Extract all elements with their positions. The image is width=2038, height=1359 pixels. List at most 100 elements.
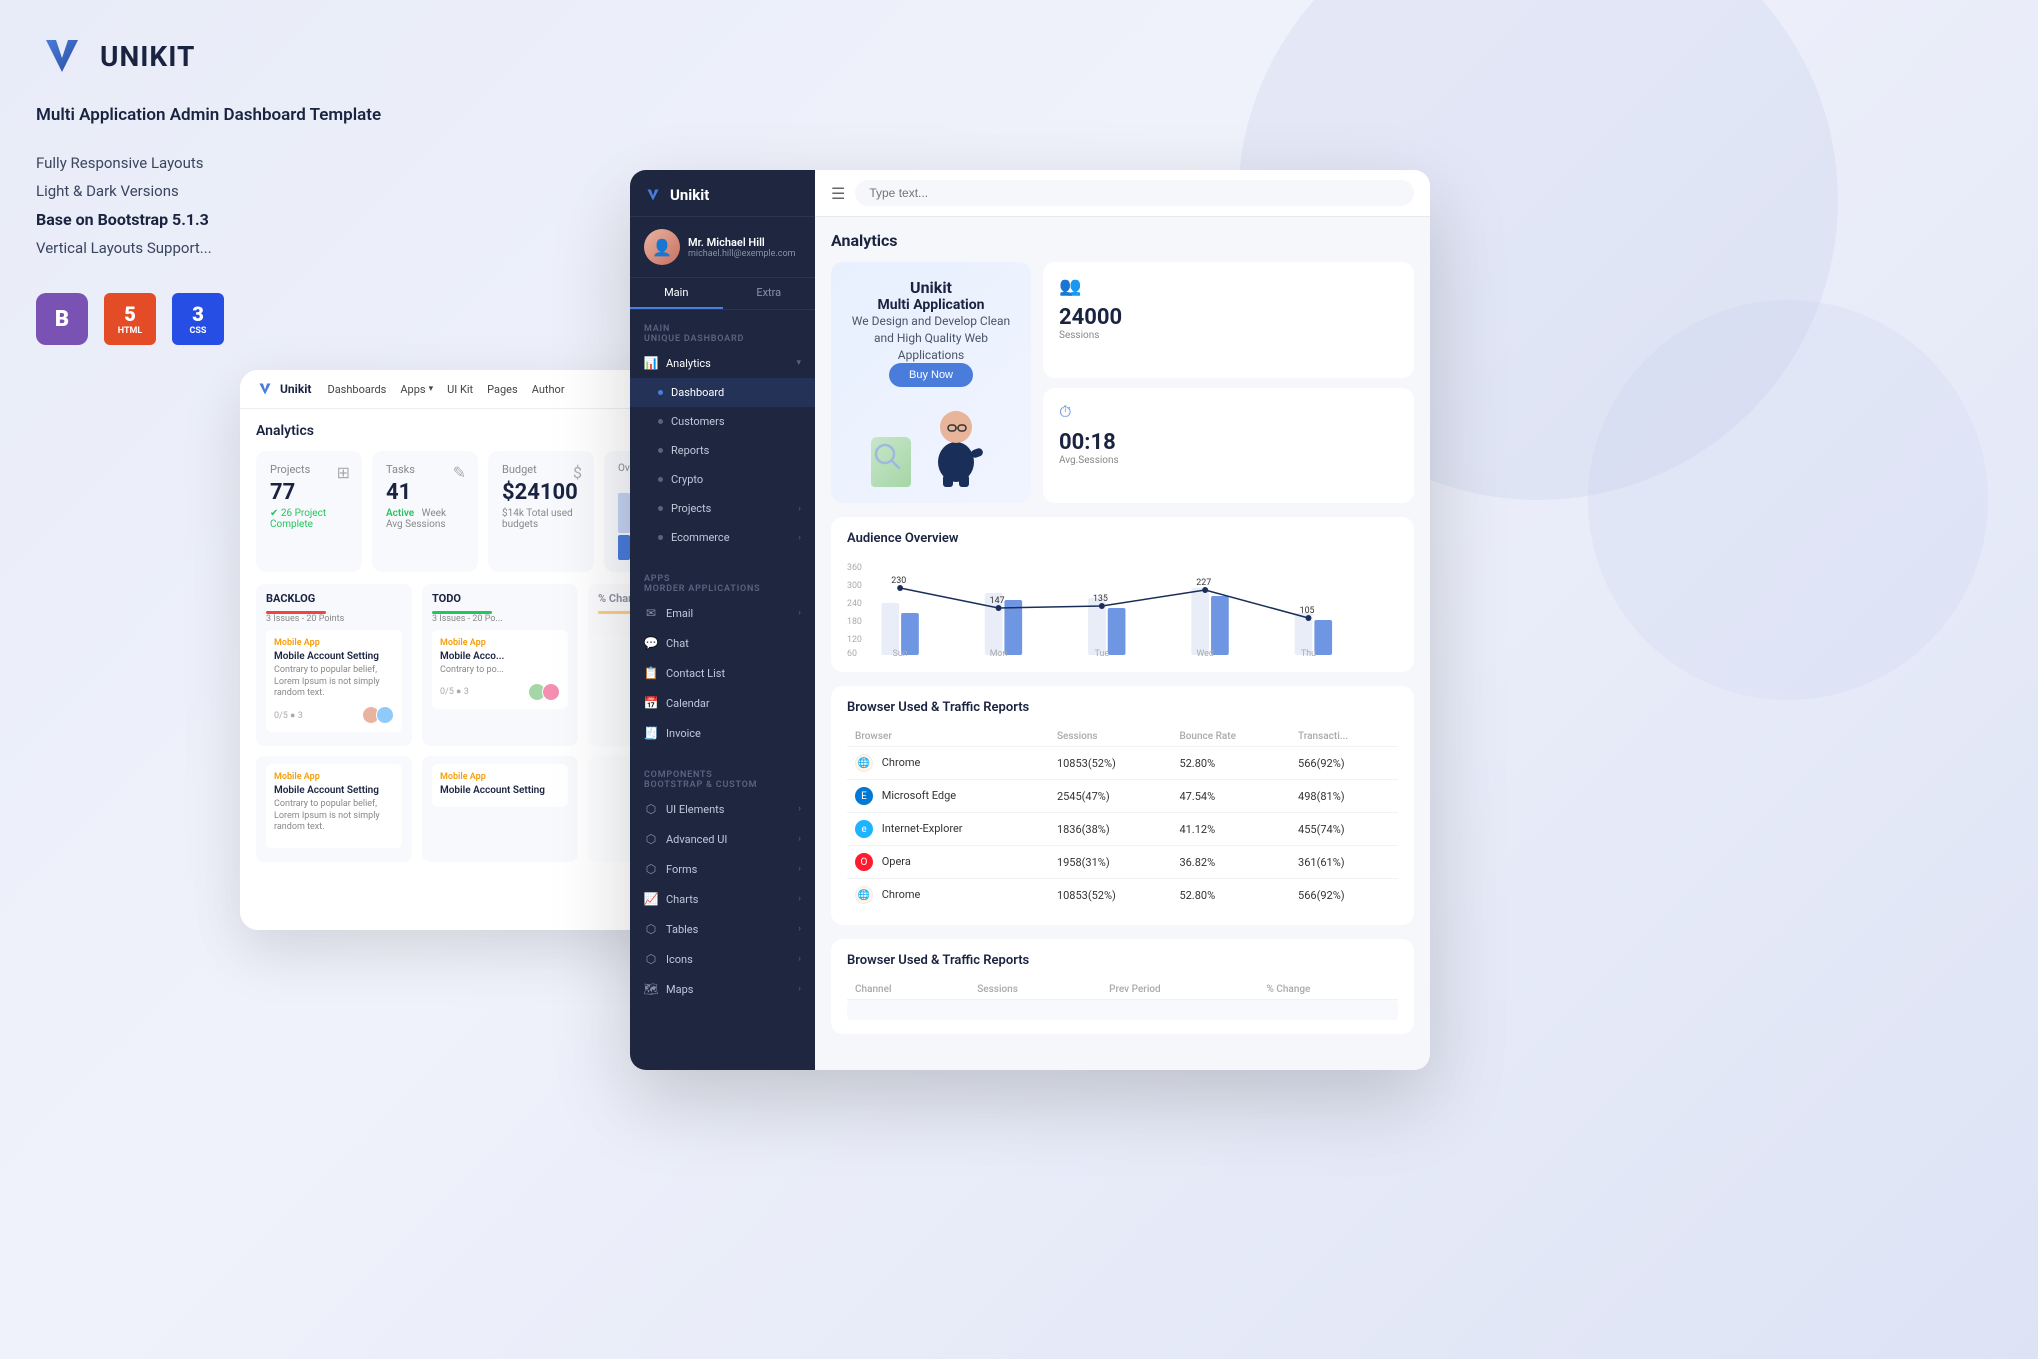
charts-chevron: › (798, 894, 801, 904)
task-app: Mobile App (274, 638, 394, 648)
sidebar-item-dashboard[interactable]: Dashboard (630, 378, 815, 407)
bootstrap-badge: B (36, 293, 88, 345)
todo-count: 3 Issues - 20 Po... (432, 614, 568, 624)
table-row: 🌐 Chrome 10853(52%) 52.80% 566(92%) (847, 879, 1398, 912)
sessions-value: 24000 (1059, 305, 1398, 330)
analytics-label: Analytics (666, 357, 796, 370)
sidebar-item-icons[interactable]: ⬡ Icons › (630, 944, 815, 974)
sidebar-item-forms[interactable]: ⬡ Forms › (630, 854, 815, 884)
task-footer: 0/5 ● 3 (274, 706, 394, 724)
tables-icon: ⬡ (644, 922, 658, 936)
sidebar-item-advanced-ui[interactable]: ⬡ Advanced UI › (630, 824, 815, 854)
sidebar-item-charts[interactable]: 📈 Charts › (630, 884, 815, 914)
sessions-cell: 10853(52%) (1049, 747, 1172, 780)
sidebar-item-ecommerce[interactable]: Ecommerce › (630, 523, 815, 552)
feature-item: Vertical Layouts Support... (36, 239, 456, 257)
icons-icon: ⬡ (644, 952, 658, 966)
sidebar-item-customers[interactable]: Customers (630, 407, 815, 436)
sidebar-item-invoice[interactable]: 🧾 Invoice (630, 718, 815, 748)
nav-item-author[interactable]: Author (532, 383, 565, 396)
user-info: Mr. Michael Hill michael.hill@exemple.co… (688, 236, 796, 259)
sidebar-brand: Unikit (670, 186, 709, 204)
svg-text:230: 230 (891, 576, 906, 586)
sidebar-tabs: Main Extra (630, 278, 815, 310)
sidebar-item-analytics[interactable]: 📊 Analytics ▾ (630, 348, 815, 378)
task-card-3: Mobile App Mobile Account Setting (422, 756, 578, 862)
nav-item-dashboards[interactable]: Dashboards (327, 383, 386, 396)
hero-figure (871, 387, 991, 487)
sidebar-item-tables[interactable]: ⬡ Tables › (630, 914, 815, 944)
nav-items: Dashboards Apps ▾ UI Kit Pages Author (327, 383, 564, 396)
maps-icon: 🗺 (644, 982, 658, 996)
task-footer: 0/5 ● 3 (440, 683, 560, 701)
todo-title: TODO (432, 592, 461, 605)
dot-ecommerce (658, 535, 663, 540)
projects-icon: ⊞ (337, 463, 350, 482)
channel-title: Browser Used & Traffic Reports (847, 953, 1398, 968)
feature-list: Fully Responsive Layouts Light & Dark Ve… (36, 154, 456, 257)
ecommerce-label: Ecommerce (671, 531, 798, 544)
tech-badges: B 5 HTML 3 CSS (36, 293, 456, 345)
sidebar-item-crypto[interactable]: Crypto (630, 465, 815, 494)
analytics-submenu: Dashboard Customers Reports Crypto (630, 378, 815, 552)
sidebar-item-chat[interactable]: 💬 Chat (630, 628, 815, 658)
audience-chart-svg: 360 300 240 180 120 60 (847, 558, 1398, 658)
search-input[interactable] (855, 180, 1414, 206)
browser-thead: Browser Sessions Bounce Rate Transacti..… (847, 727, 1398, 747)
hero-title: Unikit (847, 278, 1015, 297)
reports-label: Reports (671, 444, 801, 457)
avatar (542, 683, 560, 701)
channel-card: Browser Used & Traffic Reports Channel S… (831, 939, 1414, 1034)
forms-chevron: › (798, 864, 801, 874)
tab-main[interactable]: Main (630, 278, 723, 309)
bounce-cell: 47.54% (1171, 780, 1290, 813)
sidebar-item-contact-list[interactable]: 📋 Contact List (630, 658, 815, 688)
chrome-icon: 🌐 (855, 754, 873, 772)
contact-icon: 📋 (644, 666, 658, 680)
transact-cell: 566(92%) (1290, 747, 1398, 780)
sidebar-item-maps[interactable]: 🗺 Maps › (630, 974, 815, 1004)
forms-icon: ⬡ (644, 862, 658, 876)
invoice-label: Invoice (666, 727, 801, 740)
dot-customers (658, 419, 663, 424)
budget-value: $24100 (502, 480, 580, 505)
sidebar-item-email[interactable]: ✉ Email › (630, 598, 815, 628)
magnifier-illustration (873, 442, 903, 472)
table-row: E Microsoft Edge 2545(47%) 47.54% 498(81… (847, 780, 1398, 813)
advanced-ui-chevron: › (798, 834, 801, 844)
user-name: Mr. Michael Hill (688, 236, 796, 249)
logo-icon (36, 30, 88, 82)
tagline: Multi Application Admin Dashboard Templa… (36, 104, 456, 126)
tasks-card: Tasks 41 Active Week Avg Sessions ✎ (372, 451, 478, 572)
table-header-row: Browser Sessions Bounce Rate Transacti..… (847, 727, 1398, 747)
sidebar-item-reports[interactable]: Reports (630, 436, 815, 465)
feature-item: Light & Dark Versions (36, 182, 456, 200)
hero-desc: We Design and Develop Clean and High Qua… (847, 313, 1015, 363)
tables-label: Tables (666, 923, 798, 936)
th-sessions: Sessions (1049, 727, 1172, 747)
nav-item-uikit[interactable]: UI Kit (447, 383, 473, 396)
hero-subtitle: Multi Application (847, 297, 1015, 313)
buy-now-button[interactable]: Buy Now (889, 363, 973, 387)
channel-tbody (847, 1000, 1398, 1020)
ie-icon: e (855, 820, 873, 838)
sidebar-item-calendar[interactable]: 📅 Calendar (630, 688, 815, 718)
tab-extra[interactable]: Extra (723, 278, 816, 309)
browser-tbody: 🌐 Chrome 10853(52%) 52.80% 566(92%) E Mi… (847, 747, 1398, 912)
sidebar-user: 👤 Mr. Michael Hill michael.hill@exemple.… (630, 217, 815, 278)
nav-item-apps[interactable]: Apps ▾ (400, 383, 433, 396)
svg-text:135: 135 (1093, 594, 1108, 604)
task-meta: 0/5 ● 3 (274, 710, 303, 721)
budget-label: Budget (502, 463, 580, 476)
transact-cell: 566(92%) (1290, 879, 1398, 912)
nav-item-pages[interactable]: Pages (487, 383, 518, 396)
sidebar-item-ui-elements[interactable]: ⬡ UI Elements › (630, 794, 815, 824)
menu-icon[interactable]: ☰ (831, 184, 845, 203)
svg-text:180: 180 (847, 617, 862, 627)
sidebar-item-projects[interactable]: Projects › (630, 494, 815, 523)
nav-logo: Unikit (256, 380, 311, 398)
th-transact: Transacti... (1290, 727, 1398, 747)
contact-label: Contact List (666, 667, 801, 680)
main-content-area: ☰ Analytics Unikit Multi Application We … (815, 170, 1430, 1070)
channel-thead: Channel Sessions Prev Period % Change (847, 980, 1398, 1000)
